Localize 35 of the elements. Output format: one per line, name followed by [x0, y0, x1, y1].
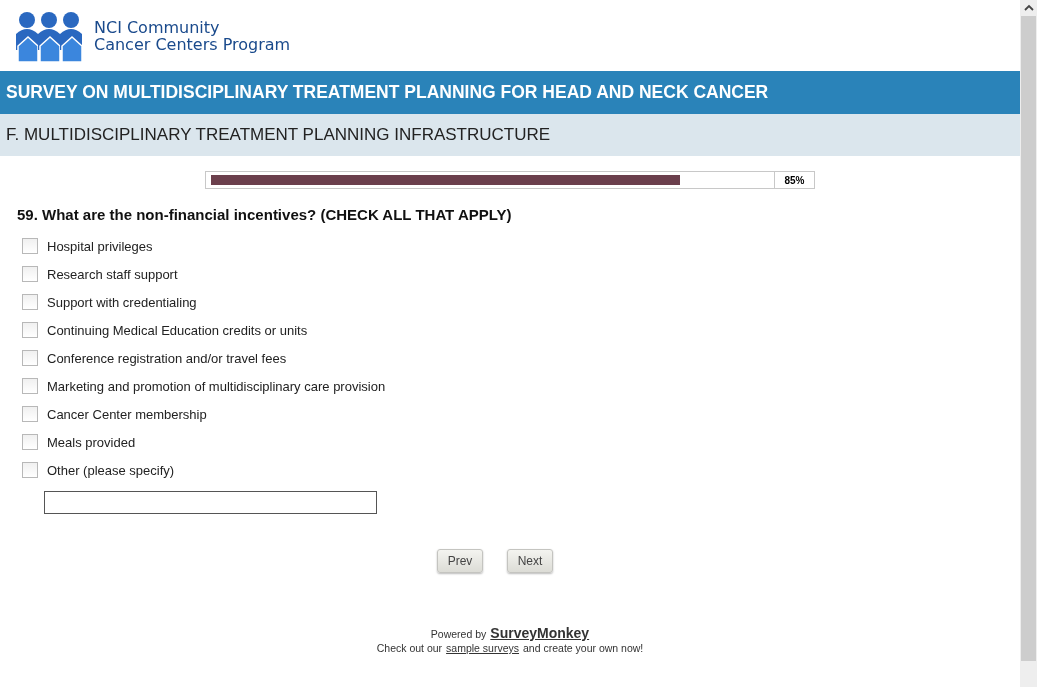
prev-button[interactable]: Prev: [437, 549, 483, 573]
next-button[interactable]: Next: [507, 549, 553, 573]
option-label: Conference registration and/or travel fees: [47, 350, 287, 366]
option-label: Support with credentialing: [47, 294, 197, 310]
sample-surveys-link[interactable]: sample surveys: [446, 642, 520, 654]
logo-text: NCI Community: [94, 18, 221, 36]
option-label: Meals provided: [47, 434, 136, 450]
checkbox[interactable]: [22, 238, 38, 254]
checkbox[interactable]: [22, 462, 38, 478]
checkbox[interactable]: [22, 266, 38, 282]
progress-reading: 85%: [775, 171, 815, 189]
checkbox[interactable]: [22, 322, 38, 338]
option-label: Hospital privileges: [47, 238, 153, 254]
other-input-field[interactable]: [44, 491, 377, 514]
scrollbar-thumb[interactable]: [1021, 16, 1036, 661]
survey-title: SURVEY ON MULTIDISCIPLINARY TREATMENT PLANNING FOR HEAD AND NECK CANCER: [0, 71, 1020, 114]
option-label: Research staff support: [47, 266, 178, 282]
option-label: Marketing and promotion of multidisciplinary care provision: [47, 378, 386, 394]
question-text: 59. What are the non-financial incentives? (CHECK ALL THAT APPLY): [17, 206, 513, 223]
checkbox[interactable]: [22, 294, 38, 310]
option-label: Other (please specify): [47, 462, 175, 478]
checkbox[interactable]: [22, 434, 38, 450]
footer-text: Check out our: [376, 642, 443, 654]
logo-text: Cancer Centers Program: [94, 35, 291, 53]
section-title: F. MULTIDISCIPLINARY TREATMENT PLANNING INFRASTRUCTURE: [0, 114, 1020, 156]
checkbox[interactable]: [22, 350, 38, 366]
scroll-up-icon[interactable]: [1023, 4, 1034, 12]
checkbox[interactable]: [22, 378, 38, 394]
powered-by-text: Powered by: [430, 628, 487, 640]
option-label: Cancer Center membership: [47, 406, 207, 422]
checkbox[interactable]: [22, 406, 38, 422]
scrollbar[interactable]: [1020, 0, 1037, 687]
option-label: Continuing Medical Education credits or units: [47, 322, 308, 338]
footer-text: and create your own now!: [523, 642, 644, 654]
brand-link[interactable]: SurveyMonkey: [490, 625, 590, 641]
